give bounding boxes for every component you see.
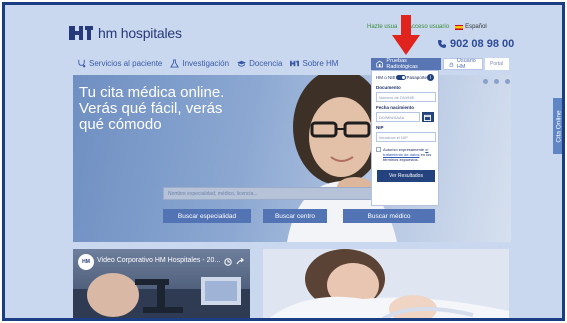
document-label: Documento — [376, 85, 401, 90]
top-links: Hazte usua 1 Acceso usuario Español — [367, 24, 487, 30]
nip-input[interactable]: Introduce el NIP — [376, 132, 436, 142]
spain-flag-icon — [455, 24, 464, 30]
mother-baby-image — [263, 249, 509, 318]
hero-headline: Tu cita médica online. Verás qué fácil, … — [79, 84, 225, 133]
birth-date-row: DD/MM/AAAA — [376, 112, 434, 122]
phone-icon — [438, 40, 446, 48]
corporate-video-card[interactable]: HM Video Corporativo HM Hospitales - 20.… — [73, 249, 250, 318]
calendar-icon[interactable] — [421, 112, 434, 122]
document-type-toggle-row: HM o NIE Pasaporte i — [376, 74, 434, 81]
graduation-cap-icon — [237, 60, 247, 67]
brand-name: hm hospitales — [98, 25, 182, 41]
language-label: Español — [465, 24, 487, 30]
search-doctor-button[interactable]: Buscar médico — [343, 209, 435, 223]
carousel-dots — [483, 79, 510, 84]
search-center-button[interactable]: Buscar centro — [263, 209, 327, 223]
hero-banner: Tu cita médica online. Verás qué fácil, … — [73, 75, 511, 242]
nip-label: NIP — [376, 125, 384, 130]
phone-number[interactable]: 902 08 98 00 — [437, 38, 514, 50]
hm-logo-icon — [69, 26, 93, 40]
tab-label: Usuario HM — [456, 58, 476, 70]
tab-pruebas-radiologicas[interactable]: Pruebas Radiológicas — [371, 58, 441, 70]
consent-row: Autorizo expresamente el tratamiento de … — [376, 147, 434, 162]
view-results-button[interactable]: Ver Resultados — [377, 170, 435, 182]
language-selector[interactable]: Español — [455, 24, 487, 30]
flask-icon — [170, 59, 180, 68]
tab-label: Portal — [490, 61, 504, 67]
nav-label: Docencia — [249, 59, 283, 68]
stethoscope-icon — [78, 59, 86, 68]
browser-viewport: hm hospitales Hazte usua 1 Acceso usuari… — [2, 2, 565, 321]
hospital-icon — [376, 60, 384, 68]
birth-date-label: Fecha nacimiento — [376, 105, 415, 110]
nav-item-docencia[interactable]: Docencia — [237, 59, 282, 68]
main-nav: Servicios al paciente Investigación Doce… — [77, 59, 338, 68]
tab-usuario-hm[interactable]: Usuario HM — [443, 58, 483, 70]
birth-date-input[interactable]: DD/MM/AAAA — [376, 112, 420, 122]
phone-text: 902 08 98 00 — [450, 38, 515, 50]
nav-item-investigacion[interactable]: Investigación — [170, 59, 229, 68]
document-type-toggle[interactable] — [395, 75, 407, 80]
tab-label: Pruebas Radiológicas — [386, 58, 418, 70]
microscope-image — [73, 273, 250, 318]
carousel-dot[interactable] — [494, 79, 499, 84]
search-specialty-button[interactable]: Buscar especialidad — [163, 209, 251, 223]
lock-icon — [449, 61, 454, 67]
cita-online-tab[interactable]: Cita Online — [553, 98, 563, 154]
nav-label: Investigación — [182, 59, 230, 68]
consent-text: Autorizo expresamente el tratamiento de … — [383, 147, 434, 162]
carousel-dot[interactable] — [505, 79, 510, 84]
hm-hospitales-logo[interactable]: hm hospitales — [69, 25, 182, 41]
info-icon[interactable]: i — [427, 74, 434, 81]
tab-portal[interactable]: Portal — [485, 58, 509, 70]
toggle-left-label: HM o NIE — [376, 75, 396, 80]
nav-label: Sobre HM — [302, 59, 339, 68]
consent-checkbox[interactable] — [376, 147, 381, 152]
radiology-results-panel: HM o NIE Pasaporte i Documento Número de… — [371, 70, 439, 206]
carousel-dot[interactable] — [483, 79, 488, 84]
nav-label: Servicios al paciente — [89, 59, 163, 68]
side-tab-label: Cita Online — [556, 109, 563, 143]
hm-logo-icon — [290, 60, 300, 67]
nav-item-sobre-hm[interactable]: Sobre HM — [290, 59, 338, 68]
nav-item-servicios[interactable]: Servicios al paciente — [77, 59, 162, 68]
document-input[interactable]: Número de DNI/NIE — [376, 92, 436, 102]
annotation-arrow-down-icon — [392, 15, 420, 55]
toggle-right-label: Pasaporte — [406, 75, 427, 80]
